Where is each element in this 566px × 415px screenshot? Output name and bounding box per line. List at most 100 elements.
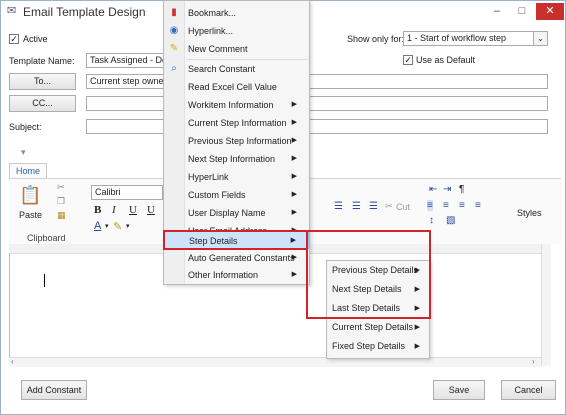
cc-input[interactable] bbox=[86, 96, 548, 111]
bullet-list-icon[interactable]: ☰ bbox=[334, 201, 343, 212]
menu-item-label: Hyperlink... bbox=[188, 26, 234, 36]
menu-item-other-information[interactable]: Other Information ▶ bbox=[164, 266, 309, 284]
menu-item-bookmark[interactable]: ▮ Bookmark... bbox=[164, 4, 309, 22]
menu-item-label: Previous Step Information bbox=[188, 136, 292, 146]
menu-item-label: New Comment bbox=[188, 44, 248, 54]
underline-button[interactable]: U bbox=[129, 204, 137, 216]
to-input[interactable]: Current step owner(s bbox=[86, 74, 548, 89]
horizontal-scrollbar[interactable]: ‹ › bbox=[9, 357, 541, 367]
chevron-right-icon: ▶ bbox=[414, 324, 420, 331]
cc-button[interactable]: CC... bbox=[9, 95, 76, 112]
chevron-right-icon: ▶ bbox=[291, 254, 297, 261]
subject-label: Subject: bbox=[9, 122, 42, 132]
shading-icon[interactable]: ▧ bbox=[446, 215, 455, 226]
submenu-item-fixed-step-details[interactable]: Fixed Step Details ▶ bbox=[327, 337, 429, 356]
cut-label[interactable]: Cut bbox=[396, 202, 410, 212]
collapse-ribbon-icon[interactable]: ▾ bbox=[21, 147, 26, 158]
chevron-right-icon: ▶ bbox=[414, 343, 420, 350]
menu-item-hyperlink-dialog[interactable]: ◉ Hyperlink... bbox=[164, 22, 309, 40]
multilevel-list-icon[interactable]: ☰ bbox=[369, 201, 378, 212]
format-painter-icon[interactable]: ▦ bbox=[57, 210, 66, 221]
save-button[interactable]: Save bbox=[433, 380, 485, 400]
template-name-label: Template Name: bbox=[9, 56, 75, 66]
menu-item-new-comment[interactable]: ✎ New Comment bbox=[164, 40, 309, 58]
numbered-list-icon[interactable]: ☰ bbox=[352, 201, 361, 212]
chevron-right-icon: ▶ bbox=[291, 155, 297, 162]
bold-button[interactable]: B bbox=[94, 204, 101, 216]
highlight-color-icon[interactable]: ✎ bbox=[113, 220, 122, 233]
chevron-right-icon: ▶ bbox=[291, 137, 297, 144]
menu-item-next-step-info[interactable]: Next Step Information ▶ bbox=[164, 150, 309, 168]
styles-label[interactable]: Styles bbox=[517, 208, 542, 218]
decrease-indent-icon[interactable]: ⇤ bbox=[429, 184, 437, 195]
submenu-item-label: Current Step Details bbox=[332, 322, 414, 332]
align-center-icon[interactable]: ≡ bbox=[443, 200, 449, 211]
template-name-input[interactable]: Task Assigned - Defa bbox=[86, 53, 166, 68]
cut-icon[interactable]: ✂ bbox=[57, 182, 65, 193]
comment-icon: ✎ bbox=[169, 43, 179, 54]
show-only-for-label: Show only for: bbox=[347, 34, 405, 44]
scroll-left-icon[interactable]: ‹ bbox=[11, 357, 14, 366]
show-only-for-select[interactable]: 1 - Start of workflow step ⌄ bbox=[403, 31, 548, 46]
minimize-button[interactable]: – bbox=[485, 3, 509, 20]
chevron-down-icon[interactable]: ▾ bbox=[126, 222, 130, 230]
menu-item-label: Current Step Information bbox=[188, 118, 287, 128]
cancel-button[interactable]: Cancel bbox=[501, 380, 556, 400]
pilcrow-icon[interactable]: ¶ bbox=[459, 184, 464, 195]
line-spacing-icon[interactable]: ↕ bbox=[429, 215, 434, 226]
menu-item-workitem-info[interactable]: Workitem Information ▶ bbox=[164, 96, 309, 114]
copy-icon[interactable]: ❐ bbox=[57, 196, 65, 207]
menu-item-label: Other Information bbox=[188, 270, 259, 280]
menu-item-previous-step-info[interactable]: Previous Step Information ▶ bbox=[164, 132, 309, 150]
submenu-highlight bbox=[306, 230, 431, 319]
close-button[interactable]: ✕ bbox=[536, 3, 564, 20]
cut-icon[interactable]: ✂ bbox=[385, 201, 393, 212]
menu-item-label: Bookmark... bbox=[188, 8, 237, 18]
subject-input[interactable] bbox=[86, 119, 548, 134]
justify-icon[interactable]: ≡ bbox=[475, 200, 481, 211]
add-constant-button[interactable]: Add Constant bbox=[21, 380, 87, 400]
chevron-right-icon: ▶ bbox=[291, 173, 297, 180]
tab-home[interactable]: Home bbox=[9, 163, 47, 179]
chevron-right-icon: ▶ bbox=[291, 101, 297, 108]
search-icon: ⌕ bbox=[171, 63, 177, 74]
align-right-icon[interactable]: ≡ bbox=[459, 200, 465, 211]
scroll-right-icon[interactable]: › bbox=[532, 357, 535, 366]
font-color-button[interactable]: A bbox=[94, 220, 101, 232]
chevron-down-icon[interactable]: ⌄ bbox=[533, 32, 547, 45]
menu-item-label: Search Constant bbox=[188, 64, 256, 74]
chevron-right-icon: ▶ bbox=[291, 271, 297, 278]
submenu-item-current-step-details[interactable]: Current Step Details ▶ bbox=[327, 318, 429, 337]
to-button[interactable]: To... bbox=[9, 73, 76, 90]
menu-item-label: Custom Fields bbox=[188, 190, 246, 200]
menu-item-label: Auto Generated Constants bbox=[188, 253, 295, 263]
globe-icon: ◉ bbox=[169, 25, 179, 36]
maximize-button[interactable]: □ bbox=[511, 3, 533, 20]
text-caret bbox=[44, 274, 45, 287]
menu-item-label: Next Step Information bbox=[188, 154, 276, 164]
chevron-right-icon: ▶ bbox=[291, 119, 297, 126]
menu-item-read-excel[interactable]: Read Excel Cell Value bbox=[164, 78, 309, 96]
paste-label[interactable]: Paste bbox=[19, 210, 42, 220]
menu-item-label: Read Excel Cell Value bbox=[188, 82, 277, 92]
menu-item-user-display-name[interactable]: User Display Name ▶ bbox=[164, 204, 309, 222]
menu-item-hyperlink[interactable]: HyperLink ▶ bbox=[164, 168, 309, 186]
menu-item-custom-fields[interactable]: Custom Fields ▶ bbox=[164, 186, 309, 204]
font-name-input[interactable]: Calibri bbox=[91, 185, 163, 200]
menu-item-search-constant[interactable]: ⌕ Search Constant bbox=[164, 60, 309, 78]
menu-item-auto-generated-constants[interactable]: Auto Generated Constants ▶ bbox=[164, 249, 309, 267]
envelope-icon: ✉ bbox=[7, 5, 17, 17]
step-details-highlight bbox=[163, 230, 308, 250]
active-checkbox[interactable]: ✓ bbox=[9, 34, 19, 44]
double-underline-button[interactable]: U bbox=[147, 204, 155, 216]
use-as-default-label: Use as Default bbox=[416, 55, 476, 65]
chevron-right-icon: ▶ bbox=[291, 191, 297, 198]
align-left-icon[interactable]: ≡ bbox=[427, 200, 433, 211]
italic-button[interactable]: I bbox=[112, 204, 116, 216]
paste-icon[interactable]: 📋 bbox=[19, 185, 41, 206]
vertical-scrollbar[interactable] bbox=[541, 244, 551, 366]
increase-indent-icon[interactable]: ⇥ bbox=[443, 184, 451, 195]
menu-item-current-step-info[interactable]: Current Step Information ▶ bbox=[164, 114, 309, 132]
chevron-down-icon[interactable]: ▾ bbox=[105, 222, 109, 230]
use-as-default-checkbox[interactable]: ✓ bbox=[403, 55, 413, 65]
